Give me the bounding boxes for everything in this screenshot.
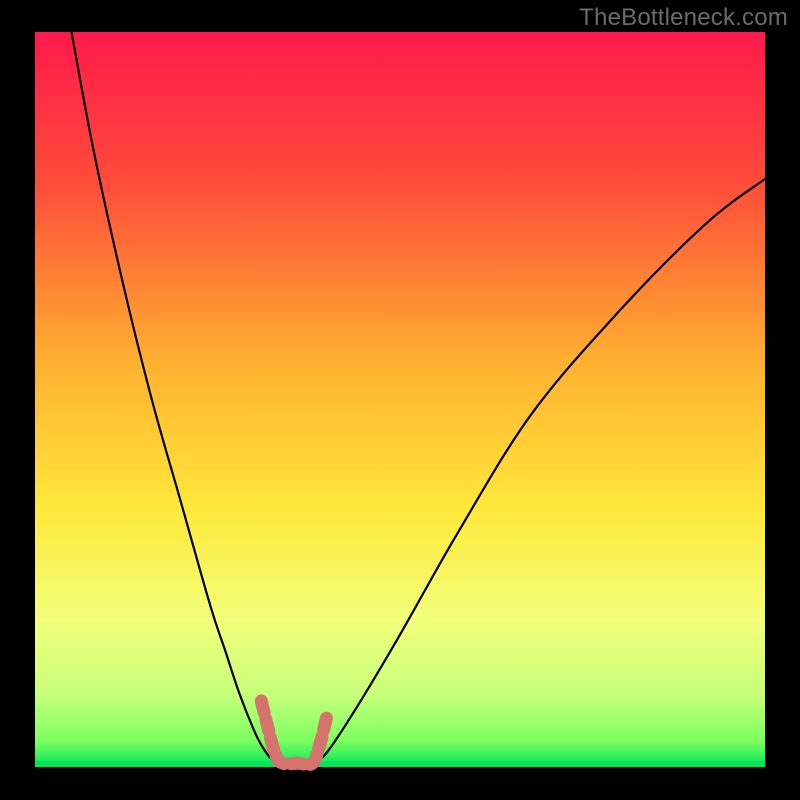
baseline-strip xyxy=(35,761,765,767)
chart-frame: TheBottleneck.com xyxy=(0,0,800,800)
watermark-text: TheBottleneck.com xyxy=(579,4,788,32)
plot-background xyxy=(35,32,765,767)
bottleneck-plot xyxy=(0,0,800,800)
